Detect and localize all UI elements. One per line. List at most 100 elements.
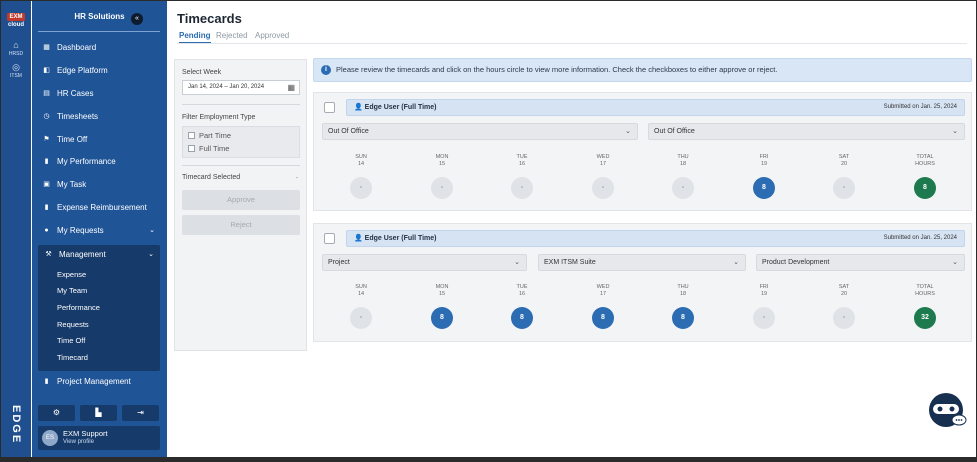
approve-button[interactable]: Approve (182, 190, 300, 210)
sidebar: HR Solutions ▦ Dashboard ◧ Edge Platform ▤… (32, 1, 167, 457)
part-time-option[interactable]: Part Time (188, 131, 231, 140)
building-icon: ⌂ (13, 40, 19, 50)
document-icon: ▮ (44, 204, 49, 212)
hours-circle-sat[interactable]: - (833, 307, 855, 329)
collapse-sidebar-button[interactable]: « (131, 13, 143, 25)
hours-circle-mon[interactable]: - (431, 177, 453, 199)
app-rail: EXM cloud ⌂ HRSD ◎ ITSM EDGE (1, 1, 31, 457)
divider (182, 165, 300, 166)
task-dropdown[interactable]: Product Development ⌄ (756, 254, 965, 271)
full-time-option[interactable]: Full Time (188, 144, 229, 153)
filter-panel: Select Week Jan 14, 2024 – Jan 20, 2024 … (174, 59, 307, 351)
hours-circle-sun[interactable]: - (350, 177, 372, 199)
sidebar-item-dashboard[interactable]: ▦ Dashboard (32, 39, 167, 57)
hours-circle-thu[interactable]: 8 (672, 307, 694, 329)
sidebar-item-my-task[interactable]: ▣ My Task (32, 176, 167, 194)
hours-circle-thu[interactable]: - (672, 177, 694, 199)
submenu-time-off[interactable]: Time Off (57, 336, 85, 345)
app-window: EXM cloud ⌂ HRSD ◎ ITSM EDGE HR Solution… (0, 0, 977, 458)
chevron-down-icon: ⌄ (148, 251, 154, 258)
globe-icon: ◎ (12, 62, 20, 72)
total-hours-label: TOTAL HOURS (915, 284, 935, 297)
submitted-date: Submitted on Jan. 25, 2024 (883, 104, 957, 110)
hours-circle-wed[interactable]: 8 (592, 307, 614, 329)
submenu-timecard[interactable]: Timecard (57, 353, 88, 362)
day-label-sun: SUN 14 (355, 154, 367, 167)
view-profile-link[interactable]: View profile (63, 439, 94, 445)
person-icon: 👤 (354, 104, 363, 111)
chatbot-launcher[interactable] (926, 389, 968, 431)
project-dropdown[interactable]: EXM ITSM Suite ⌄ (538, 254, 746, 271)
rail-item-hrsd[interactable]: ⌂ HRSD (1, 40, 31, 58)
hours-circle-fri[interactable]: 8 (753, 177, 775, 199)
category-dropdown[interactable]: Project ⌄ (322, 254, 527, 271)
hours-circle-sat[interactable]: - (833, 177, 855, 199)
submenu-my-team[interactable]: My Team (57, 286, 87, 295)
sidebar-item-project-management[interactable]: ▮ Project Management (32, 373, 167, 391)
sidebar-item-hr-cases[interactable]: ▤ HR Cases (32, 85, 167, 103)
tab-approved[interactable]: Approved (255, 31, 289, 40)
flag-icon: ⚑ (43, 136, 50, 144)
edge-logo: EDGE (10, 405, 22, 445)
sidebar-item-timesheets[interactable]: ◷ Timesheets (32, 108, 167, 126)
day-label-fri: FRI 19 (759, 284, 769, 297)
hours-circle-wed[interactable]: - (592, 177, 614, 199)
hours-circle-mon[interactable]: 8 (431, 307, 453, 329)
sidebar-item-edge-platform[interactable]: ◧ Edge Platform (32, 62, 167, 80)
timecard-header: 👤 Edge User (Full Time) Submitted on Jan… (346, 99, 965, 116)
rail-item-itsm[interactable]: ◎ ITSM (1, 62, 31, 80)
sidebar-item-my-performance[interactable]: ▮ My Performance (32, 153, 167, 171)
category-dropdown[interactable]: Out Of Office ⌄ (322, 123, 638, 140)
exm-cloud-logo[interactable]: EXM cloud (7, 13, 25, 28)
hours-circle-tue[interactable]: 8 (511, 307, 533, 329)
divider (182, 104, 300, 105)
calendar-icon[interactable]: ▦ (287, 81, 295, 94)
checkbox[interactable] (188, 145, 195, 152)
submenu-requests[interactable]: Requests (57, 320, 89, 329)
chevron-down-icon: ⌄ (952, 128, 958, 135)
day-label-mon: MON 15 (435, 284, 449, 297)
reject-button[interactable]: Reject (182, 215, 300, 235)
employee-name: Edge User (Full Time) (364, 104, 437, 111)
day-label-wed: WED 17 (596, 154, 610, 167)
info-banner: i Please review the timecards and click … (313, 58, 972, 82)
tab-rejected[interactable]: Rejected (216, 31, 248, 40)
logout-button[interactable]: ⇥ (122, 405, 159, 421)
person-icon: ● (44, 227, 49, 235)
sidebar-item-expense-reimbursement[interactable]: ▮ Expense Reimbursement (32, 199, 167, 217)
sidebar-item-management[interactable]: ⚒ Management ⌄ (38, 246, 160, 264)
profile-card[interactable]: ES EXM Support View profile (38, 426, 160, 450)
hours-circle-tue[interactable]: - (511, 177, 533, 199)
submenu-performance[interactable]: Performance (57, 303, 100, 312)
gear-icon: ⚙ (52, 408, 61, 417)
document-icon: ▮ (44, 158, 49, 166)
checkbox[interactable] (188, 132, 195, 139)
hours-circle-sun[interactable]: - (350, 307, 372, 329)
chevron-down-icon: ⌄ (952, 259, 958, 266)
timecard-checkbox[interactable] (324, 102, 335, 113)
settings-button[interactable]: ⚙ (38, 405, 75, 421)
reports-button[interactable]: ▙ (80, 405, 117, 421)
management-group: ⚒ Management ⌄ Expense My Team Performanc… (38, 245, 160, 371)
tabs-divider (177, 43, 967, 44)
timecard-header: 👤 Edge User (Full Time) Submitted on Jan… (346, 230, 965, 247)
sidebar-item-my-requests[interactable]: ● My Requests ⌄ (32, 222, 167, 240)
tools-icon: ⚒ (45, 251, 52, 259)
submenu-expense[interactable]: Expense (57, 270, 86, 279)
robot-icon (929, 393, 967, 427)
timecard-card: 👤 Edge User (Full Time) Submitted on Jan… (313, 223, 972, 342)
subcategory-dropdown[interactable]: Out Of Office ⌄ (648, 123, 965, 140)
sidebar-item-time-off[interactable]: ⚑ Time Off (32, 131, 167, 149)
total-hours-circle[interactable]: 32 (914, 307, 936, 329)
day-label-sun: SUN 14 (355, 284, 367, 297)
week-picker[interactable]: Jan 14, 2024 – Jan 20, 2024 ▦ (182, 80, 300, 95)
select-week-label: Select Week (182, 69, 222, 76)
day-label-thu: THU 18 (677, 154, 689, 167)
document-icon: ▮ (44, 378, 49, 386)
total-hours-circle[interactable]: 8 (914, 177, 936, 199)
chevron-down-icon: ⌄ (149, 227, 155, 234)
hours-circle-fri[interactable]: - (753, 307, 775, 329)
double-chevron-left-icon: « (135, 15, 139, 22)
timecard-checkbox[interactable] (324, 233, 335, 244)
table-icon: ▤ (43, 90, 50, 98)
